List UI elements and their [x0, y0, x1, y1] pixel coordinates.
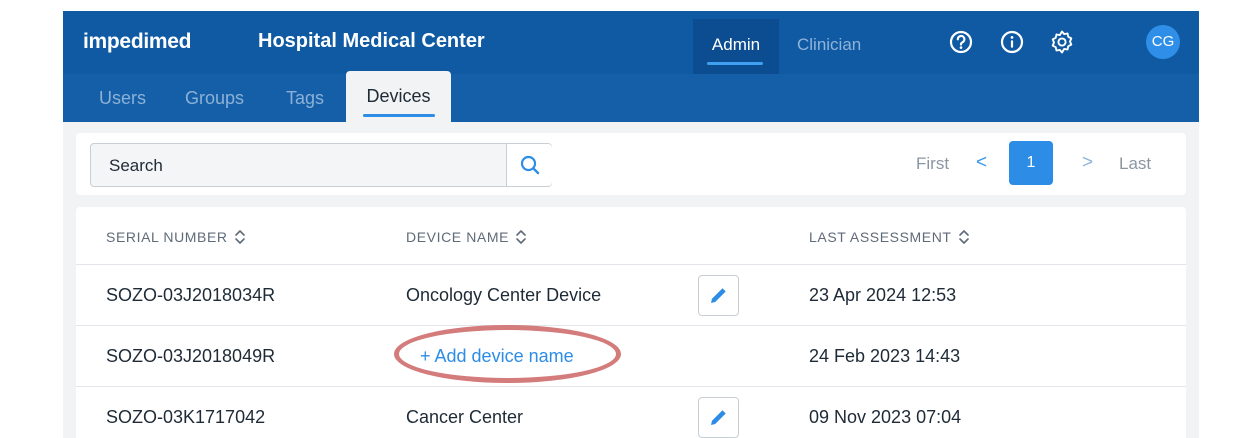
device-name: Oncology Center Device	[406, 285, 602, 305]
last-assessment: 09 Nov 2023 07:04	[809, 407, 962, 427]
column-header-serial[interactable]: SERIAL NUMBER	[106, 229, 246, 245]
column-header-device-name-label: DEVICE NAME	[406, 229, 510, 245]
serial-number: SOZO-03J2018049R	[106, 346, 276, 366]
search-button[interactable]	[506, 144, 552, 186]
last-assessment: 23 Apr 2024 12:53	[809, 285, 957, 305]
last-assessment: 24 Feb 2023 14:43	[809, 346, 961, 366]
tab-clinician[interactable]: Clinician	[797, 19, 861, 74]
table-row: SOZO-03J2018034R Oncology Center Device …	[76, 264, 1186, 326]
search-toolbar: Search First < 1 > Last	[76, 133, 1186, 195]
pagination-last[interactable]: Last	[1119, 154, 1151, 174]
column-header-last-assessment[interactable]: LAST ASSESSMENT	[809, 229, 970, 245]
tab-admin[interactable]: Admin	[693, 19, 779, 74]
top-bar: impedimed Hospital Medical Center Admin …	[63, 11, 1199, 74]
column-header-last-assessment-label: LAST ASSESSMENT	[809, 229, 952, 245]
tab-admin-label: Admin	[711, 35, 761, 54]
organization-name: Hospital Medical Center	[258, 30, 485, 52]
active-subnav-indicator	[363, 114, 435, 117]
help-icon[interactable]	[948, 29, 974, 55]
sort-icon	[234, 230, 245, 244]
pagination-first[interactable]: First	[916, 154, 949, 174]
column-header-serial-label: SERIAL NUMBER	[106, 229, 228, 245]
add-device-name-link[interactable]: + Add device name	[420, 346, 574, 367]
subnav-tags[interactable]: Tags	[286, 88, 324, 109]
sub-navigation: Users Groups Tags Devices	[63, 71, 1199, 122]
app-window: impedimed Hospital Medical Center Admin …	[63, 11, 1199, 438]
info-icon[interactable]	[999, 29, 1025, 55]
search-input[interactable]: Search	[90, 143, 552, 187]
device-name: Cancer Center	[406, 407, 524, 427]
brand-logo[interactable]: impedimed	[83, 30, 191, 54]
edit-device-name-button[interactable]	[698, 275, 739, 316]
sort-icon	[958, 230, 969, 244]
subnav-groups[interactable]: Groups	[185, 88, 244, 109]
search-icon	[520, 155, 540, 175]
subnav-devices-label: Devices	[366, 86, 431, 106]
subnav-devices[interactable]: Devices	[346, 71, 451, 122]
column-header-device-name[interactable]: DEVICE NAME	[406, 229, 527, 245]
edit-device-name-button[interactable]	[698, 397, 739, 438]
pencil-icon	[711, 410, 726, 425]
pagination-current-page[interactable]: 1	[1009, 141, 1053, 185]
subnav-users[interactable]: Users	[99, 88, 146, 109]
serial-number: SOZO-03J2018034R	[106, 285, 276, 305]
pencil-icon	[711, 288, 726, 303]
devices-table: SERIAL NUMBER DEVICE NAME LAST ASSESSMEN…	[76, 207, 1186, 438]
sort-icon	[516, 230, 526, 244]
table-row: SOZO-03J2018049R + Add device name 24 Fe…	[76, 325, 1186, 387]
settings-icon[interactable]	[1049, 29, 1075, 55]
pagination-next[interactable]: >	[1082, 152, 1093, 174]
active-tab-indicator	[707, 62, 763, 65]
search-placeholder: Search	[109, 156, 163, 175]
serial-number: SOZO-03K1717042	[106, 407, 266, 427]
table-row: SOZO-03K1717042 Cancer Center 09 Nov 202…	[76, 386, 1186, 438]
pagination-prev[interactable]: <	[976, 152, 987, 174]
user-avatar[interactable]: CG	[1146, 25, 1180, 59]
